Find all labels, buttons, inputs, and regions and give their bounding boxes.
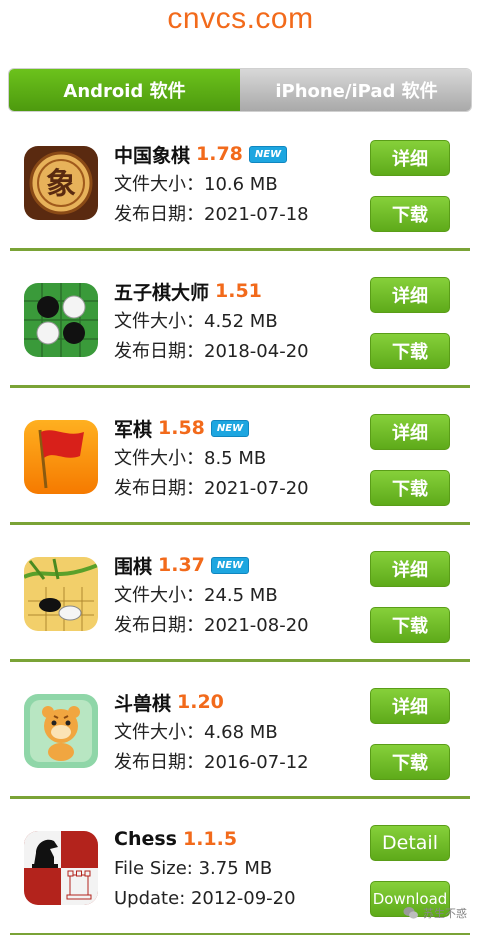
tiger-icon[interactable] [24, 694, 98, 768]
list-item: 五子棋大师 1.51 文件大小：4.52 MB 发布日期：2018-04-20 … [10, 251, 470, 388]
new-badge: NEW [210, 556, 250, 574]
app-version: 1.58 [158, 417, 205, 439]
app-name: 中国象棋 [114, 144, 191, 167]
app-version: 1.20 [177, 691, 224, 713]
platform-tabs: Android 软件 iPhone/iPad 软件 [8, 68, 472, 112]
download-button[interactable]: 下载 [370, 744, 450, 780]
app-version: 1.51 [215, 280, 262, 302]
xiangqi-icon[interactable]: 象 [24, 146, 98, 220]
list-item: 军棋 1.58 NEW 文件大小：8.5 MB 发布日期：2021-07-20 … [10, 388, 470, 525]
detail-button[interactable]: 详细 [370, 140, 450, 176]
detail-button[interactable]: Detail [370, 825, 450, 861]
download-button[interactable]: 下载 [370, 196, 450, 232]
download-button[interactable]: 下载 [370, 470, 450, 506]
list-item: 斗兽棋 1.20 文件大小：4.68 MB 发布日期：2016-07-12 详细… [10, 662, 470, 799]
release-date: 发布日期：2021-08-20 [114, 615, 309, 636]
tab-iphone-ipad[interactable]: iPhone/iPad 软件 [240, 69, 471, 111]
app-version: 1.37 [158, 554, 205, 576]
detail-button[interactable]: 详细 [370, 277, 450, 313]
app-version: 1.1.5 [182, 828, 238, 850]
file-size: 文件大小：24.5 MB [114, 585, 278, 606]
release-date: 发布日期：2021-07-20 [114, 478, 309, 499]
app-name: 五子棋大师 [114, 281, 210, 304]
app-name: 围棋 [114, 555, 153, 578]
file-size: 文件大小：4.68 MB [114, 722, 278, 743]
watermark-text: 苏生不惑 [423, 907, 467, 920]
release-date: Update: 2012-09-20 [114, 887, 296, 909]
svg-text:象: 象 [46, 167, 76, 202]
watermark: 苏生不惑 [403, 905, 467, 921]
file-size: 文件大小：8.5 MB [114, 448, 267, 469]
new-badge: NEW [210, 419, 250, 437]
list-item: 象 中国象棋 1.78 NEW 文件大小：10.6 MB 发布日期：2021-0… [10, 114, 470, 251]
list-item: Chess 1.1.5 File Size: 3.75 MB Update: 2… [10, 799, 470, 935]
download-button[interactable]: 下载 [370, 333, 450, 369]
new-badge: NEW [248, 145, 288, 163]
release-date: 发布日期：2018-04-20 [114, 341, 309, 362]
file-size: File Size: 3.75 MB [114, 857, 273, 879]
tab-android[interactable]: Android 软件 [9, 69, 240, 111]
release-date: 发布日期：2021-07-18 [114, 204, 309, 225]
file-size: 文件大小：4.52 MB [114, 311, 278, 332]
go-icon[interactable] [24, 557, 98, 631]
app-name: 军棋 [114, 418, 153, 441]
detail-button[interactable]: 详细 [370, 414, 450, 450]
release-date: 发布日期：2016-07-12 [114, 752, 309, 773]
site-title: cnvcs.com [167, 2, 314, 35]
download-button[interactable]: 下载 [370, 607, 450, 643]
app-version: 1.78 [196, 143, 243, 165]
list-item: 围棋 1.37 NEW 文件大小：24.5 MB 发布日期：2021-08-20… [10, 525, 470, 662]
app-name: Chess [114, 828, 177, 850]
detail-button[interactable]: 详细 [370, 551, 450, 587]
app-name: 斗兽棋 [114, 692, 172, 715]
chess-icon[interactable] [24, 831, 98, 905]
flag-icon[interactable] [24, 420, 98, 494]
gomoku-icon[interactable] [24, 283, 98, 357]
detail-button[interactable]: 详细 [370, 688, 450, 724]
wechat-icon [403, 907, 418, 919]
file-size: 文件大小：10.6 MB [114, 174, 278, 195]
